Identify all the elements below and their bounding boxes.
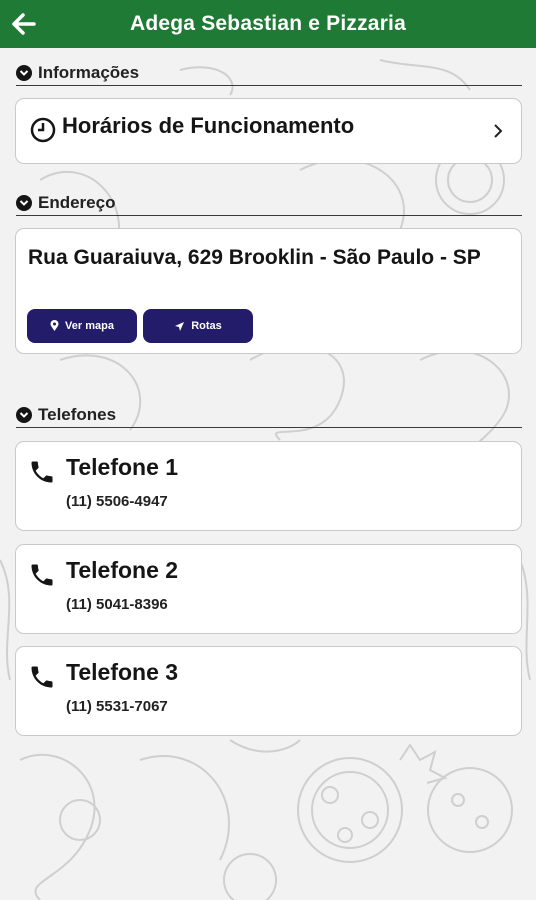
- phone-label: Telefone 1: [66, 454, 179, 480]
- phone-number: (11) 5506-4947: [66, 493, 168, 510]
- address-card: Rua Guaraiuva, 629 Brooklin - São Paulo …: [15, 228, 522, 354]
- phone-card[interactable]: Telefone 2 (11) 5041-8396: [15, 544, 522, 634]
- phone-icon: [31, 461, 53, 483]
- phone-icon: [31, 564, 53, 586]
- routes-label: Rotas: [191, 320, 222, 332]
- phone-label: Telefone 2: [66, 557, 179, 583]
- section-address-label: Endereço: [38, 192, 116, 212]
- opening-hours-label: Horários de Funcionamento: [62, 113, 355, 138]
- routes-button[interactable]: Rotas: [143, 309, 253, 343]
- page-title: Adega Sebastian e Pizzaria: [130, 12, 406, 35]
- chevron-down-icon: [16, 64, 32, 81]
- phone-number: (11) 5041-8396: [66, 596, 168, 613]
- phone-card[interactable]: Telefone 1 (11) 5506-4947: [15, 441, 522, 531]
- navigation-arrow-icon: [175, 321, 185, 331]
- section-info-label: Informações: [38, 62, 140, 82]
- arrow-left-icon: [12, 13, 36, 35]
- chevron-down-icon: [16, 194, 32, 211]
- chevron-right-icon: [494, 124, 503, 138]
- phone-card[interactable]: Telefone 3 (11) 5531-7067: [15, 646, 522, 736]
- section-info-header[interactable]: Informações: [16, 60, 522, 86]
- map-pin-icon: [50, 320, 59, 331]
- phone-label: Telefone 3: [66, 659, 179, 685]
- app-header: Adega Sebastian e Pizzaria: [0, 0, 536, 48]
- opening-hours-card[interactable]: Horários de Funcionamento: [15, 98, 522, 164]
- clock-icon: [30, 117, 56, 143]
- address-text: Rua Guaraiuva, 629 Brooklin - São Paulo …: [28, 246, 481, 269]
- section-phones-label: Telefones: [38, 404, 117, 424]
- section-phones-header[interactable]: Telefones: [16, 402, 522, 428]
- view-map-label: Ver mapa: [65, 320, 114, 332]
- section-address-header[interactable]: Endereço: [16, 190, 522, 216]
- phone-icon: [31, 666, 53, 688]
- phone-number: (11) 5531-7067: [66, 698, 168, 715]
- chevron-down-icon: [16, 406, 32, 423]
- view-map-button[interactable]: Ver mapa: [27, 309, 137, 343]
- back-button[interactable]: [10, 10, 38, 38]
